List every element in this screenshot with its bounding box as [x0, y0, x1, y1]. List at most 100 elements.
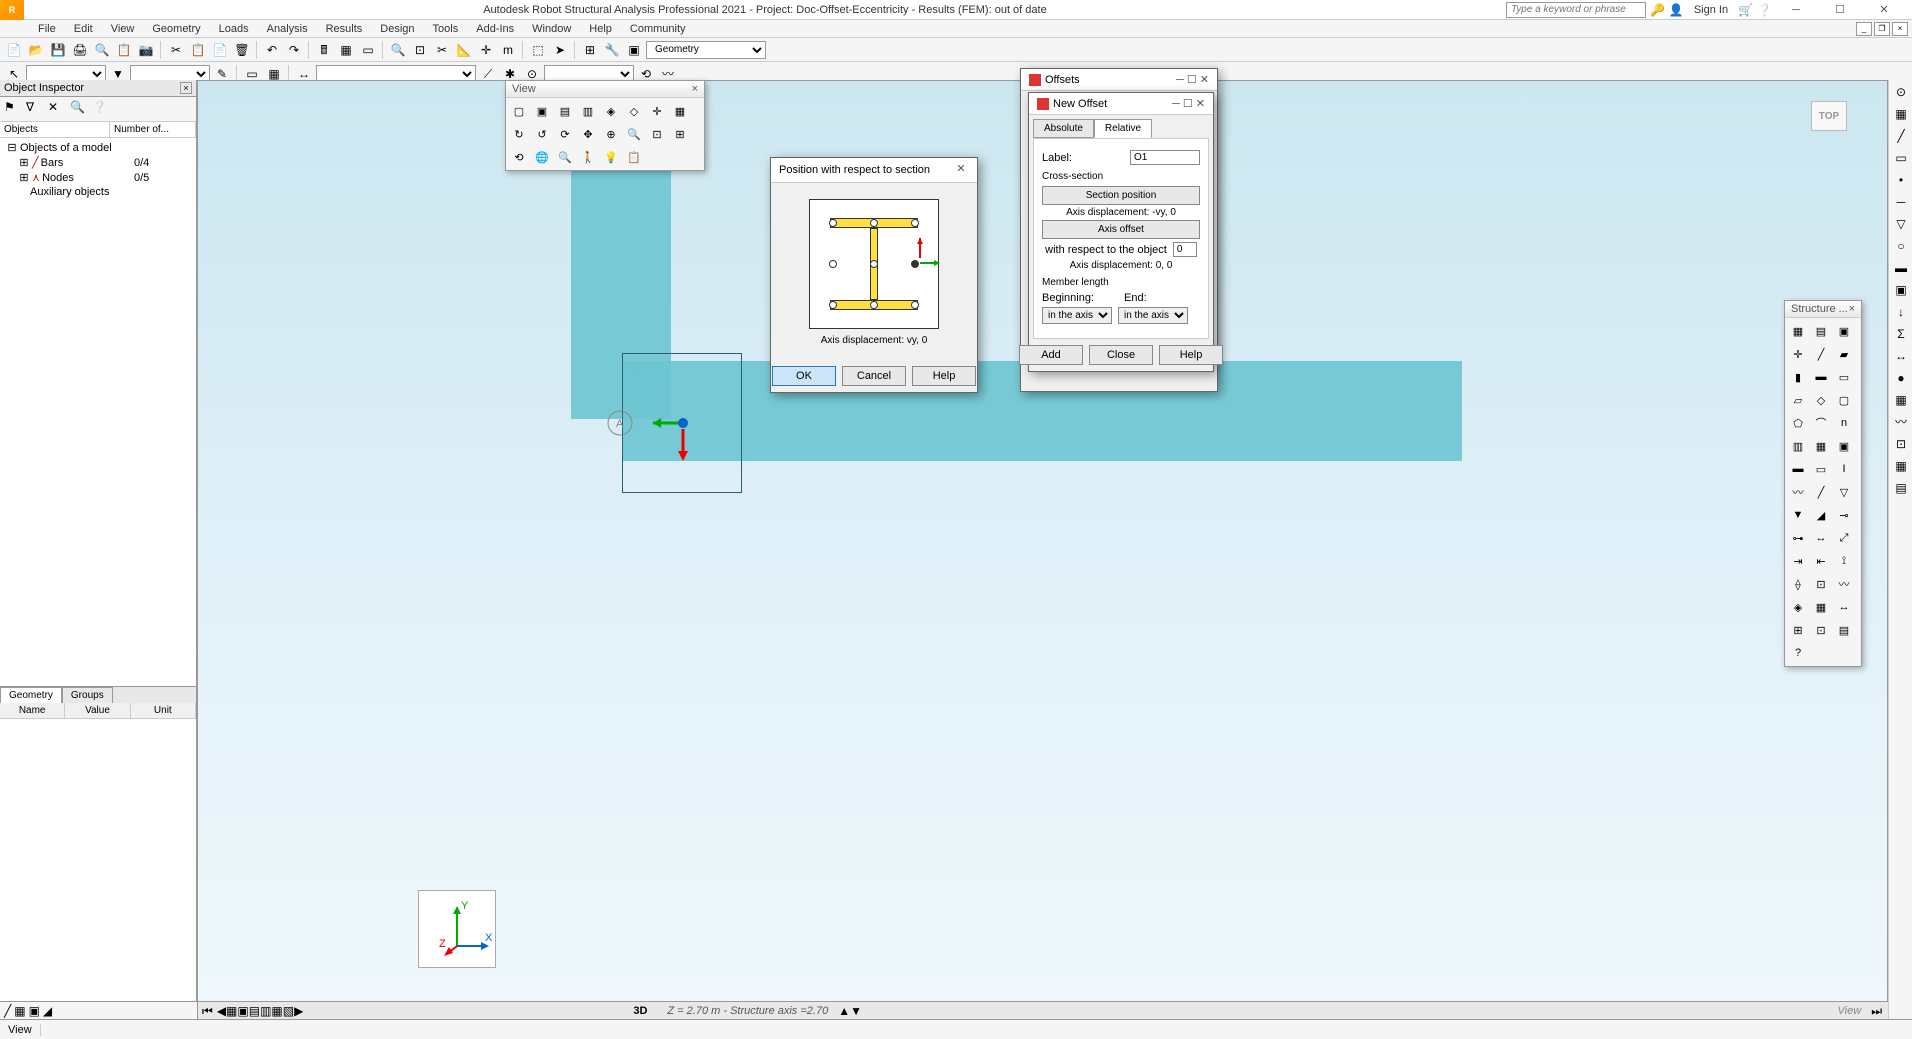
- tab-absolute[interactable]: Absolute: [1033, 119, 1094, 138]
- reinforce-icon[interactable]: ▦: [1891, 456, 1911, 476]
- section-position-button[interactable]: Section position: [1042, 186, 1200, 205]
- material-icon[interactable]: ▬: [1891, 258, 1911, 278]
- st-wall-icon[interactable]: ▭: [1833, 366, 1855, 388]
- st-dim1-icon[interactable]: ↔: [1833, 596, 1855, 618]
- zoom-extents-icon[interactable]: ⊡: [410, 40, 430, 60]
- st-beam-icon[interactable]: ▬: [1810, 366, 1832, 388]
- view-toolbar-floating[interactable]: View× ▢ ▣ ▤ ▥ ◈ ◇ ✛ ▦ ↻ ↺ ⟳ ✥ ⊕ 🔍 ⊡ ⊞ ⟲ …: [505, 80, 705, 171]
- maximize-button[interactable]: ☐: [1820, 1, 1860, 19]
- menu-analysis[interactable]: Analysis: [259, 21, 316, 37]
- st-clad-icon[interactable]: ▢: [1833, 389, 1855, 411]
- st-link1-icon[interactable]: ⟟: [1833, 550, 1855, 572]
- view-3d-icon[interactable]: ◈: [600, 100, 622, 122]
- zoom-all-icon[interactable]: ⊞: [669, 123, 691, 145]
- bt-tab-icon-4[interactable]: ▥: [260, 1005, 271, 1017]
- st-slab-icon[interactable]: ▱: [1787, 389, 1809, 411]
- orbit-icon[interactable]: ⊕: [600, 123, 622, 145]
- st-thick-icon[interactable]: ▭: [1810, 458, 1832, 480]
- menu-help[interactable]: Help: [581, 21, 620, 37]
- cut-icon[interactable]: ✂: [166, 40, 186, 60]
- view-grid-icon[interactable]: ▦: [669, 100, 691, 122]
- new-file-icon[interactable]: 📄: [4, 40, 24, 60]
- section-position-picker[interactable]: [809, 199, 939, 329]
- axis-offset-button[interactable]: Axis offset: [1042, 220, 1200, 239]
- insp-search-icon[interactable]: 🔍: [70, 101, 86, 117]
- display-icon[interactable]: ▣: [624, 40, 644, 60]
- grid-icon[interactable]: ▦: [1891, 104, 1911, 124]
- st-node-icon[interactable]: ✛: [1787, 343, 1809, 365]
- view-axes-icon[interactable]: ✛: [646, 100, 668, 122]
- st-rel2-icon[interactable]: ⊶: [1787, 527, 1809, 549]
- st-rel3-icon[interactable]: ↔: [1810, 527, 1832, 549]
- st-arc-icon[interactable]: ⌒: [1810, 412, 1832, 434]
- newoffset-max-icon[interactable]: ☐: [1183, 98, 1193, 110]
- members-icon[interactable]: ⊞: [580, 40, 600, 60]
- st-panel-icon[interactable]: ▰: [1833, 343, 1855, 365]
- redo-icon[interactable]: ↷: [284, 40, 304, 60]
- box-icon[interactable]: ▭: [1891, 148, 1911, 168]
- mass-icon[interactable]: ●: [1891, 368, 1911, 388]
- pointer-icon[interactable]: ➤: [550, 40, 570, 60]
- prop-col-name[interactable]: Name: [0, 703, 65, 718]
- section-prop-icon[interactable]: ▣: [1891, 280, 1911, 300]
- newoffset-close-icon[interactable]: ✕: [1196, 98, 1205, 110]
- tree-collapse-icon[interactable]: ⊟: [6, 141, 18, 154]
- refresh-icon[interactable]: ⟲: [508, 146, 530, 168]
- zoom-win-icon[interactable]: ⊡: [646, 123, 668, 145]
- st-off3-icon[interactable]: ⇤: [1810, 550, 1832, 572]
- search-input[interactable]: [1506, 2, 1646, 18]
- screenshot-icon[interactable]: 📷: [136, 40, 156, 60]
- st-prop3-icon[interactable]: ▣: [1833, 435, 1855, 457]
- rotate-z-icon[interactable]: ⟳: [554, 123, 576, 145]
- axes-icon[interactable]: ✛: [476, 40, 496, 60]
- release-icon[interactable]: ○: [1891, 236, 1911, 256]
- pan-icon[interactable]: ✥: [577, 123, 599, 145]
- node-icon[interactable]: •: [1891, 170, 1911, 190]
- view-cube-top[interactable]: TOP: [1811, 101, 1847, 131]
- open-file-icon[interactable]: 📂: [26, 40, 46, 60]
- insp-filter-icon[interactable]: ∇: [26, 101, 42, 117]
- copy-view-icon[interactable]: 📋: [623, 146, 645, 168]
- units-icon[interactable]: m: [498, 40, 518, 60]
- design-icon[interactable]: ⊡: [1891, 434, 1911, 454]
- print-icon[interactable]: 🖨: [70, 40, 90, 60]
- tree-nodes[interactable]: Nodes: [42, 172, 132, 184]
- tree-expand-icon[interactable]: ⊞: [18, 156, 30, 169]
- prop-col-unit[interactable]: Unit: [131, 703, 196, 718]
- insp-col-number[interactable]: Number of...: [110, 122, 196, 137]
- combo-icon[interactable]: Σ: [1891, 324, 1911, 344]
- view-2d-icon[interactable]: ▢: [508, 100, 530, 122]
- key-icon[interactable]: 🔑: [1650, 4, 1665, 16]
- st-anal2-icon[interactable]: ◈: [1787, 596, 1809, 618]
- bt-nav-first-icon[interactable]: ⏮: [198, 1005, 217, 1017]
- bt-nav-end-icon[interactable]: ⏭: [1871, 1005, 1888, 1017]
- st-dim3-icon[interactable]: ⊡: [1810, 619, 1832, 641]
- bt-tab-icon-3[interactable]: ▤: [249, 1005, 260, 1017]
- st-sup1-icon[interactable]: ▽: [1833, 481, 1855, 503]
- view-xz-icon[interactable]: ▤: [554, 100, 576, 122]
- st-bar-icon[interactable]: ╱: [1810, 343, 1832, 365]
- help-icon[interactable]: ❔: [1757, 4, 1772, 16]
- table2-icon[interactable]: ▤: [1891, 478, 1911, 498]
- label-input[interactable]: [1130, 150, 1200, 165]
- load-icon[interactable]: ↓: [1891, 302, 1911, 322]
- support-icon[interactable]: ▽: [1891, 214, 1911, 234]
- add-button[interactable]: Add: [1019, 345, 1083, 365]
- view-yz-icon[interactable]: ▥: [577, 100, 599, 122]
- structure-close-icon[interactable]: ×: [1849, 303, 1855, 315]
- cart-icon[interactable]: 🛒: [1738, 4, 1753, 16]
- st-link3-icon[interactable]: ⊡: [1810, 573, 1832, 595]
- paste-icon[interactable]: 📄: [210, 40, 230, 60]
- position-dialog-close[interactable]: ✕: [953, 162, 969, 178]
- rotate-x-icon[interactable]: ↻: [508, 123, 530, 145]
- close-button[interactable]: ✕: [1864, 1, 1904, 19]
- st-rel1-icon[interactable]: ⊸: [1833, 504, 1855, 526]
- st-open-icon[interactable]: ◇: [1810, 389, 1832, 411]
- menu-results[interactable]: Results: [318, 21, 371, 37]
- bt-up-icon[interactable]: ▲: [838, 1005, 850, 1017]
- st-more2-icon[interactable]: ?: [1787, 642, 1809, 664]
- mdi-restore[interactable]: ❐: [1874, 22, 1890, 36]
- position-cancel-button[interactable]: Cancel: [842, 366, 906, 386]
- st-anal1-icon[interactable]: 〰: [1833, 573, 1855, 595]
- st-text-icon[interactable]: n: [1833, 412, 1855, 434]
